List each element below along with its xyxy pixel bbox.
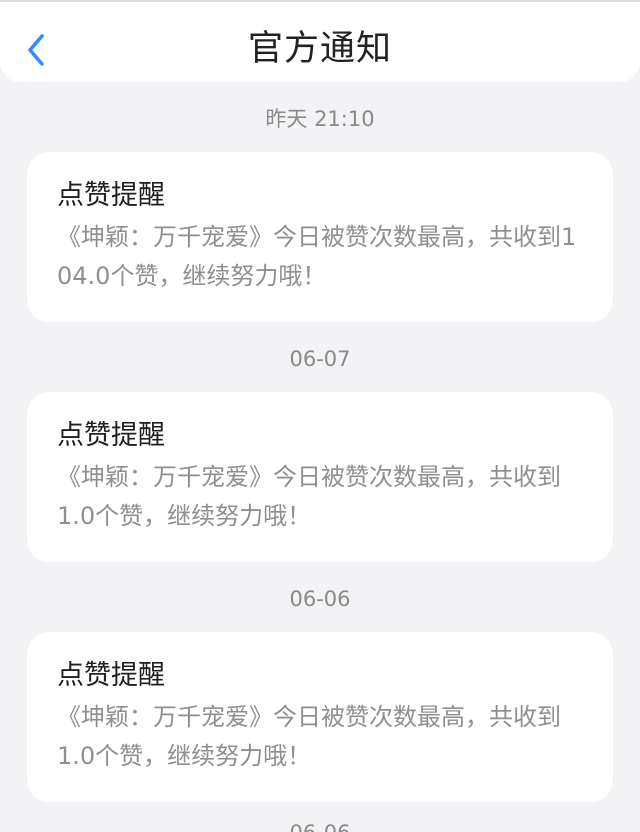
timestamp-label: 昨天 21:10 [265, 107, 375, 131]
top-app-bar: 官方通知 [0, 0, 640, 82]
page-title: 官方通知 [247, 29, 392, 69]
timestamp-label: 06-06 [0, 802, 640, 832]
notification-feed[interactable]: 昨天 21:10 点赞提醒 《坤颖：万千宠爱》今日被赞次数最高，共收到104.0… [0, 82, 640, 832]
notification-title: 点赞提醒 [57, 420, 165, 451]
notification-title: 点赞提醒 [57, 660, 165, 691]
notification-card[interactable]: 点赞提醒 《坤颖：万千宠爱》今日被赞次数最高，共收到1.0个赞，继续努力哦！ [27, 392, 613, 562]
timestamp-label: 06-07 [289, 347, 351, 371]
notification-body: 《坤颖：万千宠爱》今日被赞次数最高，共收到1.0个赞，继续努力哦！ [57, 463, 561, 530]
timestamp-label: 06-06 [289, 587, 351, 611]
notification-body: 《坤颖：万千宠爱》今日被赞次数最高，共收到104.0个赞，继续努力哦！ [57, 223, 577, 290]
notification-card[interactable]: 点赞提醒 《坤颖：万千宠爱》今日被赞次数最高，共收到1.0个赞，继续努力哦！ [27, 632, 613, 802]
notification-card[interactable]: 点赞提醒 《坤颖：万千宠爱》今日被赞次数最高，共收到104.0个赞，继续努力哦！ [27, 152, 613, 322]
notification-title: 点赞提醒 [57, 180, 165, 211]
notification-body: 《坤颖：万千宠爱》今日被赞次数最高，共收到1.0个赞，继续努力哦！ [57, 703, 561, 770]
